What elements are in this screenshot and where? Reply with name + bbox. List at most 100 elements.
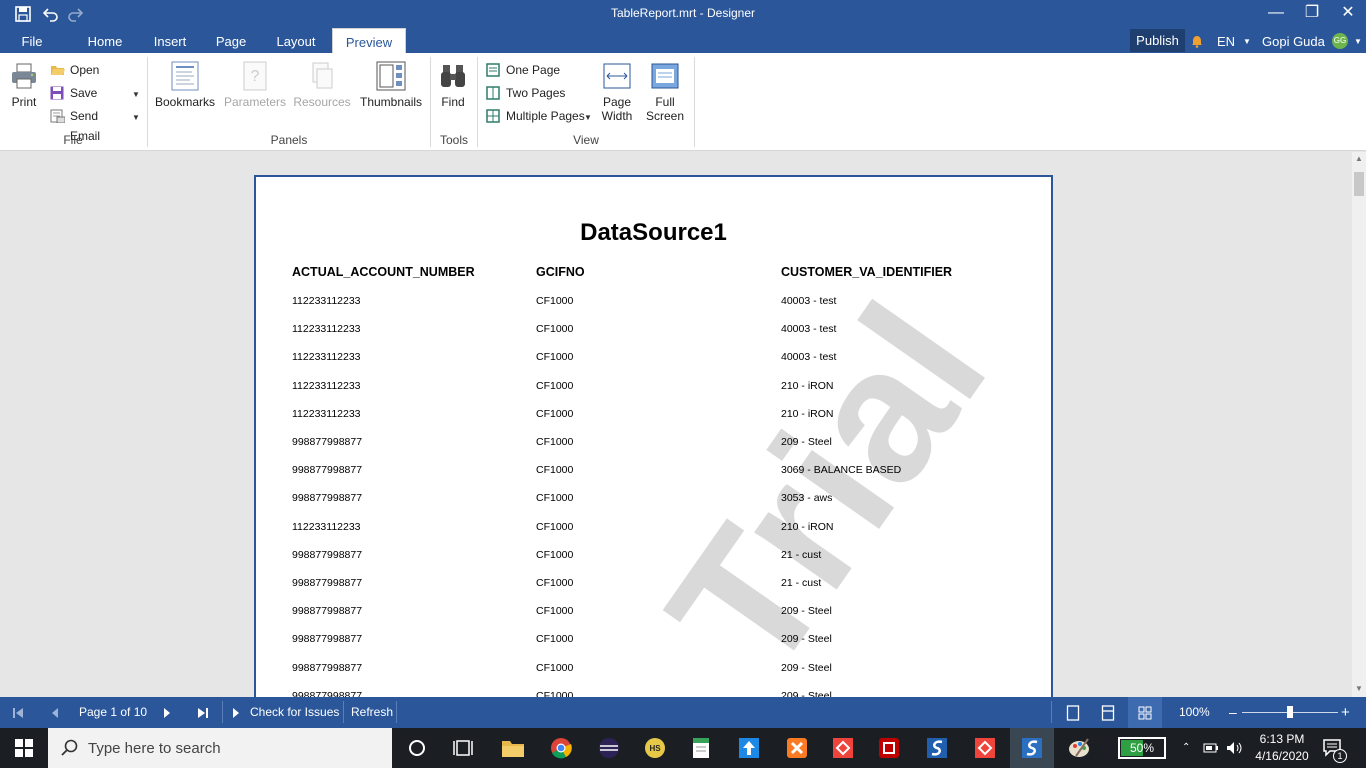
- table-cell: 998877998877: [292, 492, 363, 504]
- windows-start-icon[interactable]: [0, 728, 48, 768]
- email-icon: [50, 109, 66, 124]
- first-page-icon[interactable]: [12, 697, 24, 728]
- full-screen-button[interactable]: Full Screen: [644, 61, 686, 123]
- table-cell: CF1000: [536, 662, 574, 674]
- zoom-in-icon[interactable]: +: [1341, 697, 1350, 728]
- battery-indicator[interactable]: 50%: [1118, 737, 1166, 759]
- filezilla-icon[interactable]: [876, 736, 902, 760]
- stimulsoft-icon[interactable]: [924, 736, 950, 760]
- thumbnails-button[interactable]: Thumbnails: [360, 61, 422, 109]
- thumbnails-label: Thumbnails: [360, 95, 423, 109]
- bell-icon[interactable]: [1191, 28, 1203, 53]
- scroll-down-arrow[interactable]: ▼: [1352, 684, 1366, 693]
- table-cell: 40003 - test: [781, 295, 837, 307]
- notification-count: 1: [1333, 749, 1347, 763]
- system-clock[interactable]: 6:13 PM 4/16/2020: [1250, 731, 1314, 765]
- tab-page[interactable]: Page: [208, 28, 254, 53]
- anydesk-icon[interactable]: [830, 736, 856, 760]
- xampp-icon[interactable]: [784, 736, 810, 760]
- publish-button[interactable]: Publish: [1130, 29, 1185, 52]
- print-button[interactable]: Print: [6, 61, 42, 109]
- bookmarks-button[interactable]: Bookmarks: [155, 61, 215, 109]
- ribbon-tabs: File Home Insert Page Layout Preview Pub…: [0, 28, 1366, 53]
- taskbar-search-box[interactable]: Type here to search: [48, 728, 392, 768]
- resources-button[interactable]: Resources: [293, 61, 351, 109]
- stimulsoft-designer-icon[interactable]: [1019, 736, 1045, 760]
- refresh-button[interactable]: Refresh: [351, 697, 393, 728]
- multiple-pages-label: Multiple Pages: [506, 109, 585, 123]
- group-divider: [430, 57, 431, 147]
- last-page-icon[interactable]: [197, 697, 209, 728]
- power-icon[interactable]: [1203, 728, 1219, 768]
- tab-home[interactable]: Home: [80, 28, 130, 53]
- zoom-out-icon[interactable]: –: [1229, 697, 1237, 728]
- report-title: DataSource1: [580, 219, 727, 246]
- multiple-view-icon[interactable]: [1128, 697, 1162, 728]
- hotspot-shield-icon[interactable]: HS: [642, 736, 668, 760]
- next-page-icon[interactable]: [162, 697, 172, 728]
- multiple-pages-dropdown-arrow[interactable]: ▼: [584, 113, 592, 122]
- avatar[interactable]: GG: [1332, 33, 1348, 49]
- tab-insert[interactable]: Insert: [145, 28, 195, 53]
- page-width-label-1: Page: [602, 95, 632, 109]
- task-view-icon[interactable]: [450, 736, 476, 760]
- minimize-button[interactable]: —: [1258, 0, 1294, 28]
- show-hidden-icons[interactable]: ⌃: [1182, 728, 1190, 768]
- group-divider: [694, 57, 695, 147]
- table-cell: 209 - Steel: [781, 633, 832, 645]
- tab-file[interactable]: File: [10, 28, 54, 53]
- file-explorer-icon[interactable]: [500, 736, 526, 760]
- resources-icon: [307, 61, 337, 91]
- tab-layout[interactable]: Layout: [268, 28, 324, 53]
- open-button[interactable]: Open: [50, 60, 130, 80]
- table-cell: CF1000: [536, 380, 574, 392]
- zoom-slider-thumb[interactable]: [1287, 706, 1293, 718]
- preview-area[interactable]: Trial DataSource1 ACTUAL_ACCOUNT_NUMBER …: [0, 152, 1352, 697]
- check-for-issues-button[interactable]: Check for Issues: [250, 697, 339, 728]
- continuous-view-icon[interactable]: [1101, 697, 1115, 728]
- anydesk-icon-2[interactable]: [972, 736, 998, 760]
- panels-group-label: Panels: [270, 133, 308, 147]
- scroll-up-arrow[interactable]: ▲: [1352, 154, 1366, 163]
- notepad-icon[interactable]: [688, 736, 714, 760]
- page-indicator: Page 1 of 10: [79, 705, 148, 719]
- user-name[interactable]: Gopi Guda: [1262, 28, 1325, 53]
- chevron-down-icon[interactable]: ▼: [1354, 28, 1362, 53]
- parameters-button[interactable]: ? Parameters: [224, 61, 286, 109]
- table-cell: 40003 - test: [781, 323, 837, 335]
- find-button[interactable]: Find: [436, 61, 470, 109]
- multiple-pages-button[interactable]: Multiple Pages: [486, 106, 586, 126]
- single-page-view-icon[interactable]: [1066, 697, 1080, 728]
- tab-preview[interactable]: Preview: [332, 28, 406, 53]
- save-button[interactable]: Save: [50, 83, 130, 103]
- group-divider: [477, 57, 478, 147]
- maximize-button[interactable]: ❐: [1294, 0, 1330, 28]
- page-width-button[interactable]: Page Width: [598, 61, 636, 123]
- table-cell: 998877998877: [292, 577, 363, 589]
- volume-icon[interactable]: [1226, 728, 1244, 768]
- multiple-pages-icon: [486, 109, 501, 123]
- thumbnails-icon: [376, 61, 406, 91]
- two-pages-button[interactable]: Two Pages: [486, 83, 586, 103]
- chevron-down-icon[interactable]: ▼: [1243, 28, 1251, 53]
- save-dropdown-arrow[interactable]: ▼: [132, 90, 140, 99]
- vertical-scrollbar[interactable]: ▲ ▼: [1352, 152, 1366, 697]
- close-button[interactable]: ✕: [1330, 0, 1366, 28]
- language-selector[interactable]: EN: [1217, 28, 1235, 53]
- cortana-icon[interactable]: [404, 736, 430, 760]
- chrome-icon[interactable]: [548, 736, 574, 760]
- table-cell: 998877998877: [292, 662, 363, 674]
- paint-icon[interactable]: [1066, 736, 1092, 760]
- previous-page-icon[interactable]: [50, 697, 60, 728]
- one-page-button[interactable]: One Page: [486, 60, 586, 80]
- column-header: CUSTOMER_VA_IDENTIFIER: [781, 265, 953, 279]
- table-cell: 210 - iRON: [781, 521, 834, 533]
- scroll-thumb[interactable]: [1354, 172, 1364, 196]
- table-cell: CF1000: [536, 521, 574, 533]
- play-icon[interactable]: [232, 697, 240, 728]
- send-email-dropdown-arrow[interactable]: ▼: [132, 113, 140, 122]
- upload-app-icon[interactable]: [736, 736, 762, 760]
- table-cell: 40003 - test: [781, 351, 837, 363]
- send-email-button[interactable]: Send Email: [50, 106, 130, 143]
- eclipse-icon[interactable]: [596, 736, 622, 760]
